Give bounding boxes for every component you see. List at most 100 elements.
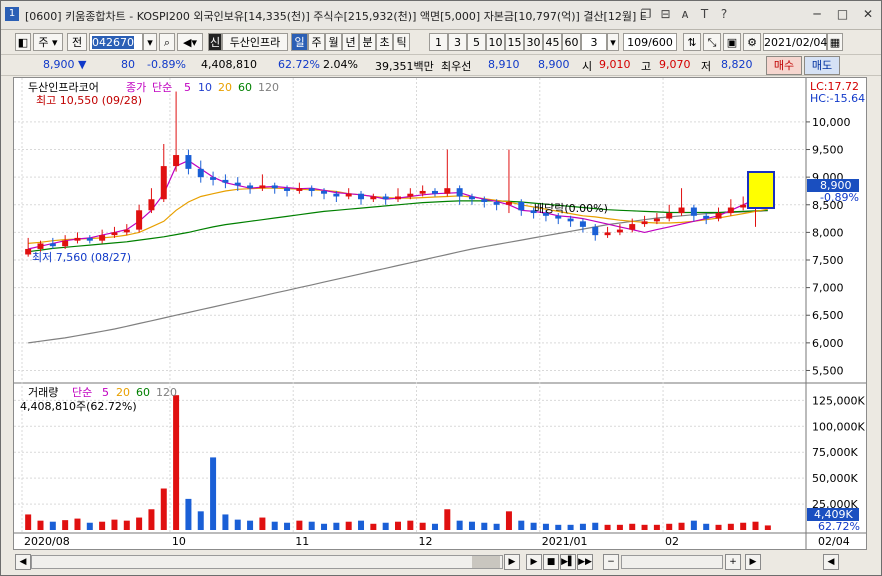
volume-legend-name: 거래량 (28, 386, 58, 399)
help-icon[interactable]: ? (717, 6, 731, 22)
code-input[interactable]: 042670 (89, 33, 143, 51)
panel-toggle-icon[interactable]: ◀ (823, 554, 839, 570)
interval-button-2[interactable]: 5 (467, 33, 486, 51)
candle-body (493, 202, 500, 205)
scroll-right-button[interactable]: ▶ (504, 554, 520, 570)
volume-bar (321, 523, 328, 530)
hc-label: HC:-15.64 (810, 92, 865, 105)
volume-bar (518, 520, 525, 530)
period-tab-1[interactable]: 주 (308, 33, 325, 51)
open-label: 시 (582, 60, 593, 73)
period-tab-0[interactable]: 일 (291, 33, 308, 51)
search-icon[interactable]: ⌕ (159, 33, 175, 51)
page-count[interactable]: 109/600 (623, 33, 677, 51)
interval-button-1[interactable]: 3 (448, 33, 467, 51)
zoom-out-icon[interactable]: − (603, 554, 619, 570)
price-tick-label: 9,500 (812, 144, 844, 157)
zoom-in-icon[interactable]: + (725, 554, 741, 570)
zoom-slider[interactable] (621, 555, 723, 569)
interval-input[interactable]: 3 (581, 33, 607, 51)
candle-body (25, 248, 32, 255)
candle-body (629, 224, 636, 230)
interval-button-0[interactable]: 1 (429, 33, 448, 51)
price-tick-label: 10,000 (812, 116, 851, 129)
fast-forward-icon[interactable]: ▶▶ (577, 554, 593, 570)
candle-body (296, 188, 303, 191)
date-input[interactable]: 2021/02/04 (763, 33, 827, 51)
period-tab-4[interactable]: 분 (359, 33, 376, 51)
candle-body (74, 237, 81, 241)
candle-body (62, 240, 69, 247)
volume-bar (136, 517, 143, 530)
calendar-icon[interactable]: ▦ (827, 33, 843, 51)
x-tick-label: 12 (418, 535, 432, 548)
stop-icon[interactable]: ■ (543, 554, 559, 570)
layout-icon[interactable]: ◧ (15, 33, 31, 51)
volume-bar (234, 519, 241, 530)
interval-dropdown-icon[interactable]: ▾ (607, 33, 619, 51)
indicator-icon[interactable]: ⇅ (683, 33, 701, 51)
candle-body (148, 199, 155, 211)
volume-bar (197, 511, 204, 530)
interval-button-4[interactable]: 15 (505, 33, 524, 51)
save-icon[interactable]: ▣ (723, 33, 741, 51)
sell-button[interactable]: 매도 (804, 56, 840, 75)
volume-tick-label: 75,000K (812, 446, 858, 459)
scrollbar-track[interactable] (31, 555, 503, 569)
minimize-button[interactable]: ─ (808, 6, 826, 22)
price-legend-close: 종가 (126, 81, 146, 94)
volume-tick-label: 125,000K (812, 394, 865, 407)
volume-bar (468, 521, 475, 530)
text-icon[interactable]: T (698, 6, 712, 22)
play-icon[interactable]: ▶ (526, 554, 542, 570)
turnover: 2.04% (323, 58, 358, 71)
candle-body (345, 193, 352, 197)
pin-icon[interactable]: ⊟ (659, 6, 673, 22)
scroll-left-button[interactable]: ◀ (15, 554, 31, 570)
volume-bar (703, 523, 710, 530)
step-forward-icon[interactable]: ▶▌ (560, 554, 576, 570)
candle-body (468, 196, 475, 200)
gear-icon[interactable]: ⚙ (743, 33, 761, 51)
code-dropdown-icon[interactable]: ▾ (143, 33, 157, 51)
buy-button[interactable]: 매수 (766, 56, 802, 75)
volume-bar (740, 522, 747, 530)
prev-button[interactable]: 전 (67, 33, 87, 51)
volume-bar (616, 524, 623, 530)
title-icons: ❐ ⊟ ᴀ T ? (637, 6, 731, 22)
candle-body (222, 179, 229, 183)
candle-body (407, 193, 414, 197)
volume-bar (308, 521, 315, 530)
maximize-button[interactable]: □ (834, 6, 852, 22)
current-pct-tag-text: -0.89% (820, 191, 859, 204)
interval-button-3[interactable]: 10 (486, 33, 505, 51)
bottom-bar: ◀ ▶ ▶ ■ ▶▌ ▶▶ − + ▶ ◀ (1, 550, 881, 575)
type-select[interactable]: 주 ▾ (33, 33, 63, 51)
chart-svg[interactable]: 10,0009,5009,0008,5008,0007,5007,0006,50… (14, 78, 866, 549)
period-tab-5[interactable]: 초 (376, 33, 393, 51)
restore-icon[interactable]: ❐ (639, 6, 653, 22)
candle-body (123, 229, 130, 233)
candle-body (160, 166, 167, 200)
volume-bar (259, 517, 266, 530)
volume-bar (431, 523, 438, 530)
scroll-end-icon[interactable]: ▶ (745, 554, 761, 570)
price-panel-bg (14, 78, 806, 383)
scrollbar-thumb[interactable] (472, 556, 500, 568)
interval-button-5[interactable]: 30 (524, 33, 543, 51)
period-tab-6[interactable]: 틱 (393, 33, 410, 51)
candle-body (136, 210, 143, 230)
volume-legend-ma20: 20 (116, 386, 130, 399)
font-icon[interactable]: ᴀ (678, 6, 692, 22)
volume-legend-ma120: 120 (156, 386, 177, 399)
candle-body (703, 215, 710, 219)
volume-bar (222, 514, 229, 530)
period-tab-3[interactable]: 년 (342, 33, 359, 51)
close-button[interactable]: ✕ (859, 6, 877, 22)
period-tab-2[interactable]: 월 (325, 33, 342, 51)
chart-area[interactable]: 10,000 9,500 9,000 8,500 8,000 7,500 7,000 6,50… (13, 77, 867, 550)
interval-button-7[interactable]: 60 (562, 33, 581, 51)
interval-button-6[interactable]: 45 (543, 33, 562, 51)
speaker-icon[interactable]: ◀▾ (177, 33, 203, 51)
draw-icon[interactable]: ⤡ (703, 33, 721, 51)
